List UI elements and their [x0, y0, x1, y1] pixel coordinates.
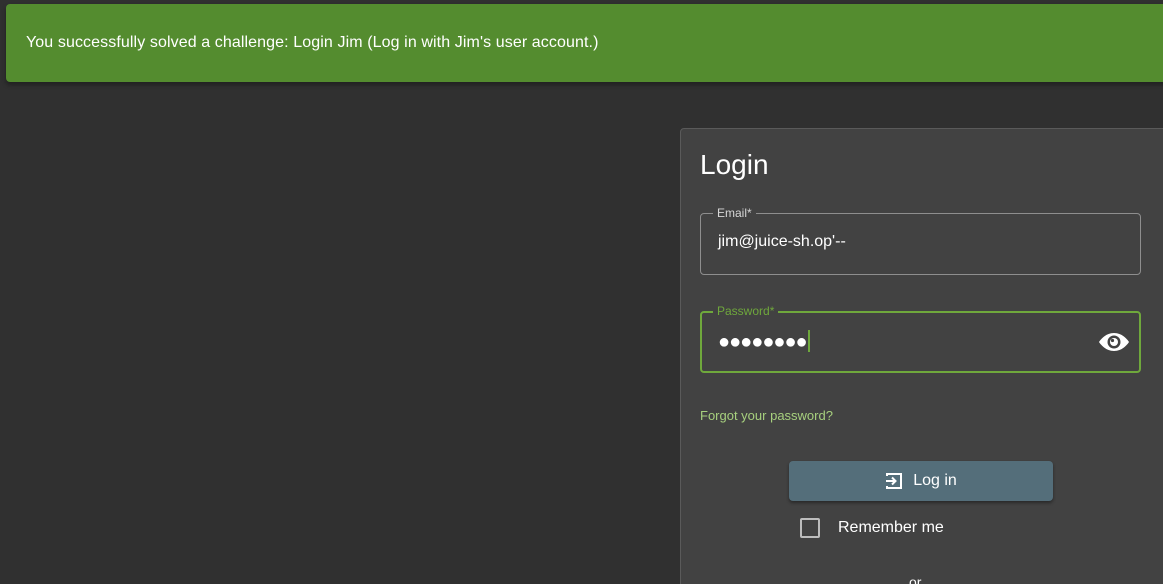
remember-me-checkbox[interactable]: Remember me [800, 518, 944, 538]
checkbox-box[interactable] [800, 518, 820, 538]
email-field[interactable]: Email* jim@juice-sh.op'-- [700, 205, 1141, 275]
challenge-solved-snackbar[interactable]: You successfully solved a challenge: Log… [6, 4, 1163, 82]
remember-me-label: Remember me [838, 519, 944, 536]
email-input[interactable]: jim@juice-sh.op'-- [718, 233, 846, 251]
separator-text: or [909, 574, 922, 584]
email-label: Email* [713, 205, 756, 221]
text-caret [807, 330, 810, 352]
page: You successfully solved a challenge: Log… [0, 0, 1163, 584]
password-label: Password* [713, 303, 779, 319]
snackbar-message: You successfully solved a challenge: Log… [26, 34, 599, 51]
login-card: Login Email* jim@juice-sh.op'-- Password… [680, 128, 1163, 584]
login-button[interactable]: Log in [789, 461, 1053, 501]
login-title: Login [700, 149, 769, 180]
login-button-label: Log in [913, 472, 957, 489]
password-input[interactable]: ●●●●●●●● [718, 330, 810, 354]
forgot-password-link[interactable]: Forgot your password? [700, 408, 833, 423]
show-password-button[interactable] [1097, 327, 1131, 357]
login-icon [886, 473, 903, 489]
password-masked-value: ●●●●●●●● [718, 331, 808, 353]
eye-icon [1099, 333, 1129, 351]
password-field[interactable]: Password* ●●●●●●●● [700, 303, 1141, 373]
